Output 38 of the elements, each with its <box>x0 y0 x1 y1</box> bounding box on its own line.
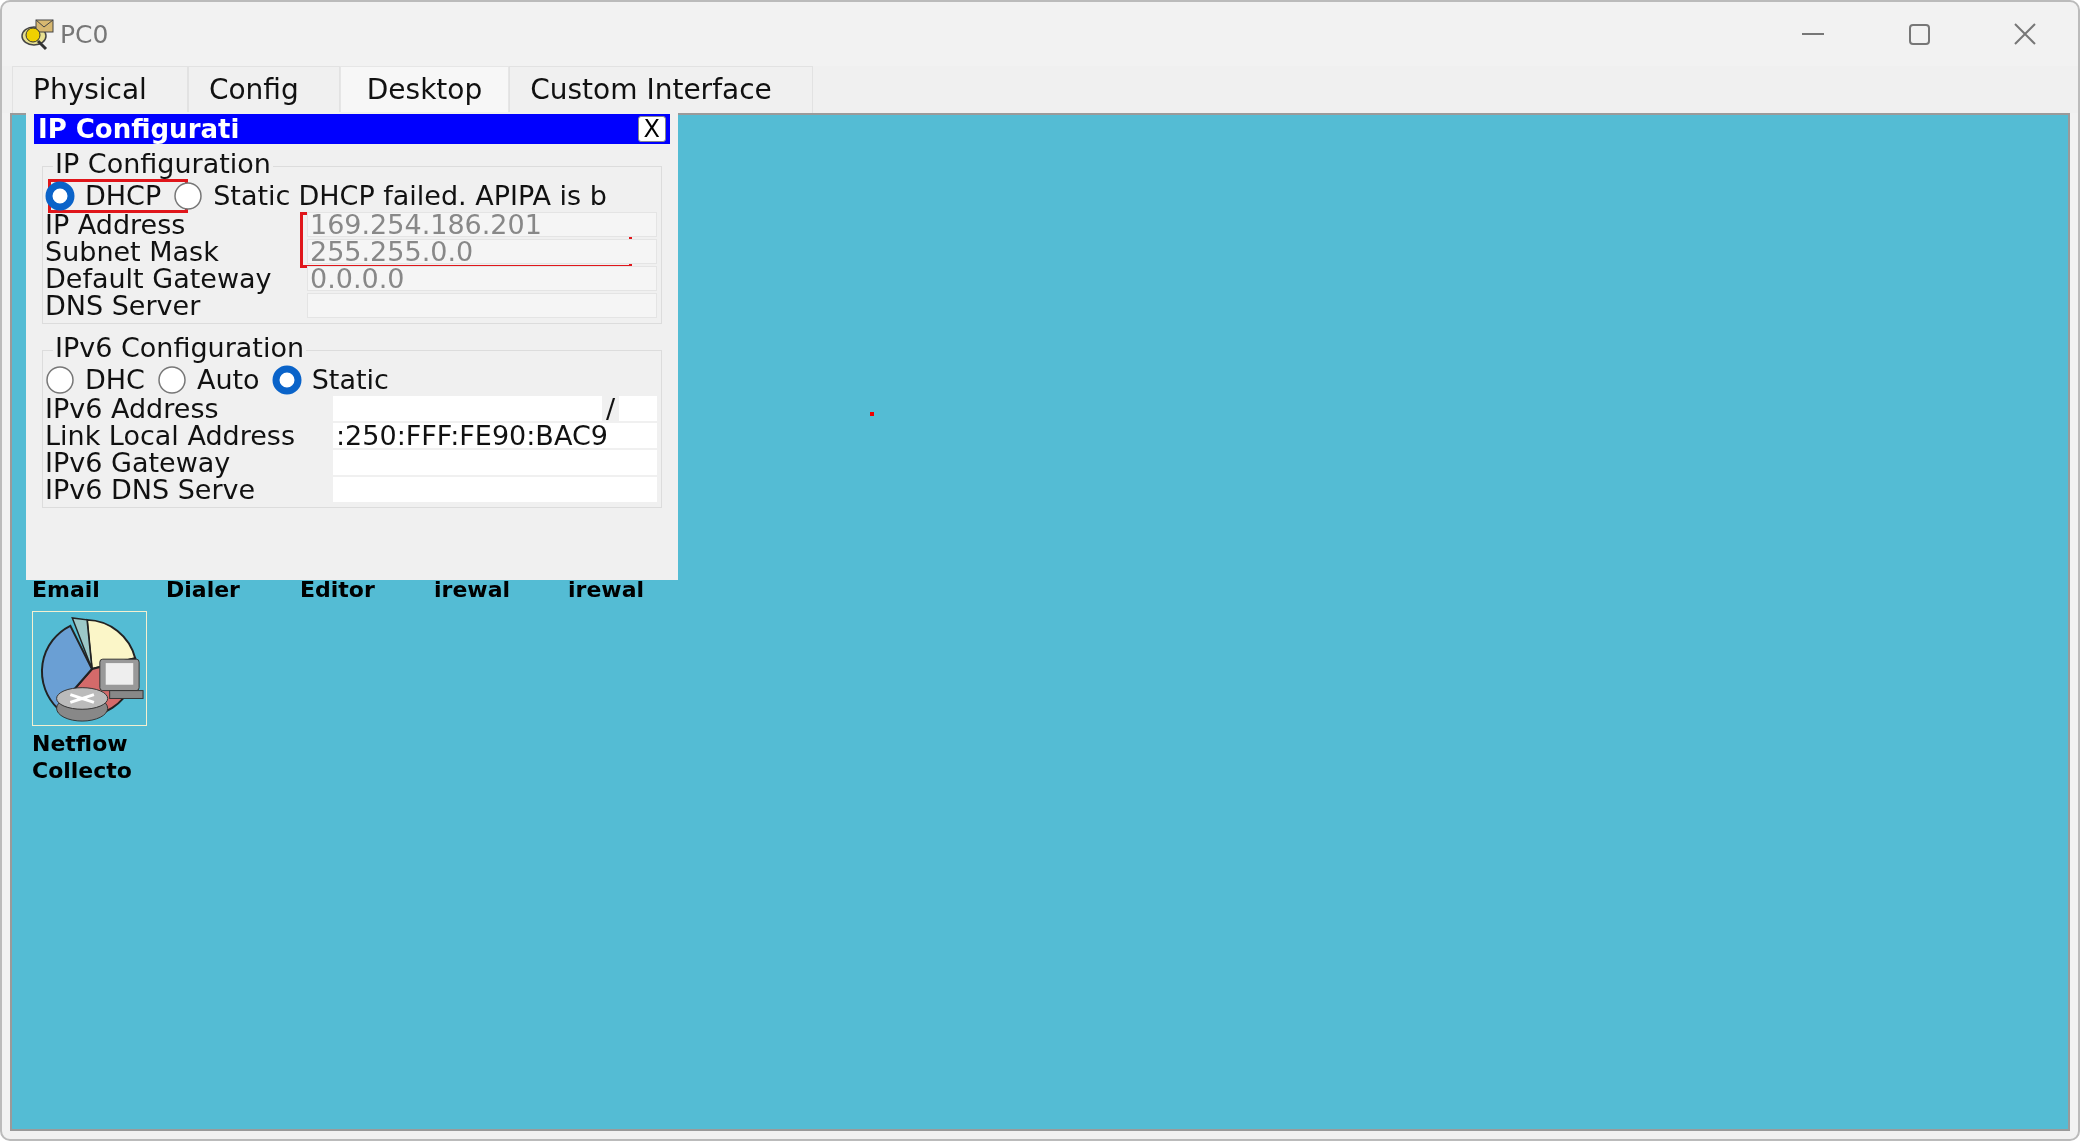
window-title: PC0 <box>60 19 109 49</box>
radio-button[interactable] <box>173 181 204 211</box>
radio-button[interactable] <box>45 181 75 211</box>
dialog-title: IP Configurati <box>38 114 240 144</box>
tab[interactable]: Desktop <box>339 66 510 113</box>
field-label: Link Local Address <box>45 422 296 449</box>
field-label: Subnet Mask <box>45 238 220 265</box>
radio-label[interactable]: Static <box>213 181 291 211</box>
tab[interactable]: Physical <box>12 66 188 113</box>
icon-label: irewal <box>434 577 512 603</box>
field-label: DNS Server <box>45 292 201 319</box>
icon-label: Email <box>32 577 101 603</box>
radio-button[interactable] <box>156 365 187 395</box>
field-label: IPv6 Address <box>45 395 220 422</box>
radio-label[interactable]: DHC <box>85 365 145 395</box>
close-icon[interactable] <box>2014 23 2036 45</box>
tab[interactable]: Custom Interface <box>509 66 813 113</box>
maximize-icon[interactable] <box>1908 23 1930 45</box>
input-field[interactable]: :250:FFF:FE90:BAC9 <box>333 423 657 448</box>
tab[interactable]: Config <box>187 66 340 113</box>
icon-label: Editor <box>300 577 376 603</box>
radio-button[interactable] <box>271 365 302 395</box>
icon-label: irewal <box>568 577 646 603</box>
radio-label[interactable]: Auto <box>196 365 260 395</box>
app-icon <box>20 16 56 52</box>
minimize-icon[interactable] <box>1802 32 1824 36</box>
chart-computer-icon[interactable] <box>32 611 147 726</box>
status-message: DHCP failed. APIPA is b <box>298 181 607 211</box>
field-label: Default Gateway <box>45 265 273 292</box>
icon-label: Netflow Collecto <box>32 730 133 784</box>
radio-label[interactable]: DHCP <box>85 181 162 211</box>
field-label: IP Address <box>45 211 187 238</box>
icon-label: Dialer <box>166 577 241 603</box>
radio-label[interactable]: Static <box>311 365 389 395</box>
prefix-separator: / <box>605 396 615 421</box>
close-button[interactable]: X <box>637 116 666 142</box>
radio-button[interactable] <box>45 365 75 395</box>
field-label: IPv6 Gateway <box>45 449 232 476</box>
